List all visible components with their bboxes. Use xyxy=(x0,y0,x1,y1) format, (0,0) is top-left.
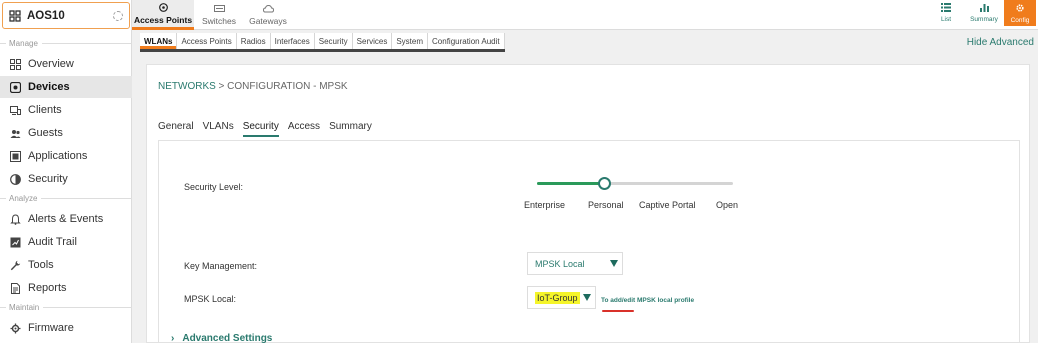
sidebar-item-reports[interactable]: Reports xyxy=(0,277,132,299)
sidebar-item-label: Guests xyxy=(28,127,63,139)
key-management-select[interactable]: MPSK Local xyxy=(527,252,623,275)
slider-fill xyxy=(537,182,604,185)
level-personal[interactable]: Personal xyxy=(588,200,624,210)
breadcrumb: NETWORKS > CONFIGURATION - MPSK xyxy=(158,81,348,92)
audit-icon xyxy=(9,236,21,248)
sidebar-item-label: Reports xyxy=(28,282,67,294)
clients-icon xyxy=(9,104,21,116)
config-view-button[interactable]: Config xyxy=(1004,0,1036,26)
chevron-right-icon: › xyxy=(171,333,175,343)
mpsk-local-value: IoT-Group xyxy=(535,291,580,304)
sidebar-item-label: Security xyxy=(28,173,68,185)
tab-access-points[interactable]: Access Points xyxy=(132,0,194,30)
tab-gateways[interactable]: Gateways xyxy=(244,0,292,30)
switch-icon xyxy=(213,4,225,13)
firmware-icon xyxy=(9,322,21,334)
sidebar-item-label: Applications xyxy=(28,150,88,162)
mpsk-local-select[interactable]: IoT-Group xyxy=(527,286,596,309)
guests-icon xyxy=(9,127,21,139)
sidebar-item-label: Clients xyxy=(28,104,62,116)
list-icon xyxy=(941,3,951,14)
sidebar-item-label: Firmware xyxy=(28,322,74,334)
breadcrumb-networks-link[interactable]: NETWORKS xyxy=(158,81,216,92)
level-open[interactable]: Open xyxy=(716,200,738,210)
tab-vlans[interactable]: VLANs xyxy=(203,121,234,137)
sidebar-item-overview[interactable]: Overview xyxy=(0,53,132,75)
sidebar: AOS10 Manage Overview Devices Clients Gu… xyxy=(0,0,132,343)
dropdown-arrow-icon xyxy=(583,294,591,301)
access-point-icon xyxy=(158,2,168,12)
security-panel xyxy=(158,140,1020,343)
breadcrumb-current: > CONFIGURATION - MPSK xyxy=(215,81,348,92)
sidebar-item-alerts-events[interactable]: Alerts & Events xyxy=(0,208,132,230)
bar-chart-icon xyxy=(979,3,989,14)
config-card: NETWORKS > CONFIGURATION - MPSK General … xyxy=(146,64,1030,343)
sidebar-item-label: Overview xyxy=(28,58,74,70)
slider-thumb[interactable] xyxy=(598,177,611,190)
tab-switches[interactable]: Switches xyxy=(194,0,244,30)
tab-access[interactable]: Access xyxy=(288,121,320,137)
annotation-underline xyxy=(602,310,634,312)
shield-icon xyxy=(9,173,21,185)
mpsk-local-label: MPSK Local: xyxy=(184,294,237,304)
subtab-configuration-audit[interactable]: Configuration Audit xyxy=(428,33,505,49)
grid-icon xyxy=(9,58,21,70)
security-level-label: Security Level: xyxy=(184,182,244,192)
sidebar-item-clients[interactable]: Clients xyxy=(0,99,132,121)
key-management-label: Key Management: xyxy=(184,261,258,271)
sidebar-item-applications[interactable]: Applications xyxy=(0,145,132,167)
top-navigation: Access Points Switches Gateways List Sum… xyxy=(132,0,1038,30)
security-level-slider[interactable] xyxy=(537,182,733,185)
subtab-system[interactable]: System xyxy=(392,33,429,49)
sidebar-item-audit-trail[interactable]: Audit Trail xyxy=(0,231,132,253)
sidebar-item-firmware[interactable]: Firmware xyxy=(0,317,132,339)
sidebar-item-guests[interactable]: Guests xyxy=(0,122,132,144)
sidebar-item-label: Devices xyxy=(28,81,70,93)
key-management-value: MPSK Local xyxy=(535,258,585,269)
dropdown-arrow-icon xyxy=(610,260,618,267)
wrench-icon xyxy=(9,259,21,271)
subtab-wlans[interactable]: WLANs xyxy=(140,33,178,49)
advanced-settings-label: Advanced Settings xyxy=(182,333,273,343)
level-captive-portal[interactable]: Captive Portal xyxy=(639,200,696,210)
section-maintain: Maintain xyxy=(0,303,132,312)
subtab-radios[interactable]: Radios xyxy=(236,33,271,49)
level-enterprise[interactable]: Enterprise xyxy=(524,200,565,210)
devices-icon xyxy=(9,81,21,93)
sidebar-item-tools[interactable]: Tools xyxy=(0,254,132,276)
form-tabs: General VLANs Security Access Summary xyxy=(158,121,381,137)
reports-icon xyxy=(9,282,21,294)
tab-summary[interactable]: Summary xyxy=(329,121,372,137)
subtab-security[interactable]: Security xyxy=(314,33,353,49)
section-analyze: Analyze xyxy=(0,194,132,203)
sidebar-item-label: Tools xyxy=(28,259,54,271)
bell-icon xyxy=(9,213,21,225)
section-manage: Manage xyxy=(0,39,132,48)
advanced-settings-toggle[interactable]: › Advanced Settings xyxy=(171,333,272,343)
group-selector[interactable]: AOS10 xyxy=(2,2,130,29)
hide-advanced-link[interactable]: Hide Advanced xyxy=(967,37,1034,48)
sidebar-item-label: Audit Trail xyxy=(28,236,77,248)
sub-tabs: WLANs Access Points Radios Interfaces Se… xyxy=(140,33,505,52)
subtab-interfaces[interactable]: Interfaces xyxy=(270,33,315,49)
applications-icon xyxy=(9,150,21,162)
group-icon xyxy=(9,9,21,22)
summary-view-button[interactable]: Summary xyxy=(966,0,1002,26)
sidebar-item-label: Alerts & Events xyxy=(28,213,104,225)
sidebar-item-security[interactable]: Security xyxy=(0,168,132,190)
loading-icon xyxy=(113,11,123,21)
gateway-icon xyxy=(262,4,274,13)
subtab-access-points[interactable]: Access Points xyxy=(177,33,237,49)
gear-icon xyxy=(1015,3,1025,15)
sidebar-item-devices[interactable]: Devices xyxy=(0,76,132,98)
list-view-button[interactable]: List xyxy=(930,0,962,26)
subtab-services[interactable]: Services xyxy=(352,33,393,49)
group-name: AOS10 xyxy=(27,9,65,22)
tab-security[interactable]: Security xyxy=(242,121,279,137)
mpsk-profile-note[interactable]: To add/edit MPSK local profile xyxy=(601,297,694,304)
tab-general[interactable]: General xyxy=(158,121,194,137)
